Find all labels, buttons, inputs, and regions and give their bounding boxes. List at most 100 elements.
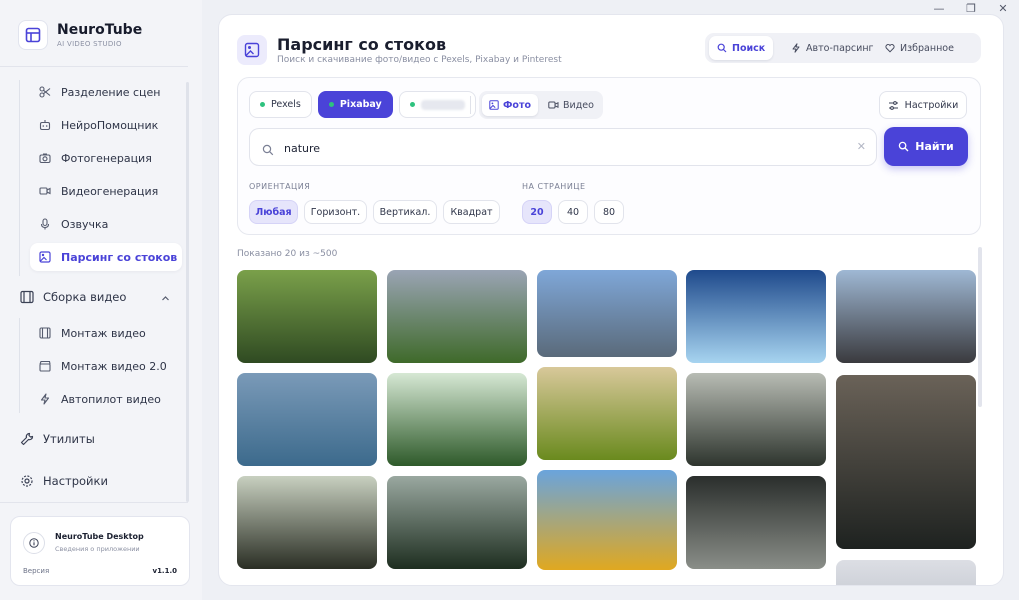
find-button[interactable]: Найти	[884, 127, 968, 166]
orientation-label: ОРИЕНТАЦИЯ	[249, 182, 311, 191]
clear-icon[interactable]: ✕	[857, 140, 866, 153]
sidebar-group-video-assembly[interactable]: Сборка видео	[14, 283, 182, 311]
search-settings-button[interactable]: Настройки	[879, 91, 967, 119]
sidebar-item-neuro-assistant[interactable]: НейроПомощник	[30, 111, 182, 139]
waterfall-photo[interactable]	[387, 476, 527, 569]
orientation-any-chip[interactable]: Любая	[249, 200, 298, 224]
media-type-selector: Фото Видео	[479, 91, 603, 119]
meadow-mountain-photo[interactable]	[387, 270, 527, 363]
sidebar-scrollbar[interactable]	[186, 82, 189, 502]
sidebar-item-video-autopilot[interactable]: Автопилот видео	[30, 385, 182, 413]
film-icon	[20, 290, 34, 304]
tab-favorites[interactable]: Избранное	[877, 36, 962, 60]
version-label: Версия	[23, 567, 50, 575]
divider	[0, 502, 188, 503]
main-panel: Парсинг со стоков Поиск и скачивание фот…	[218, 14, 1004, 586]
search-box: ✕	[249, 128, 877, 166]
sidebar-item-video-generation[interactable]: Видеогенерация	[30, 177, 182, 205]
sidebar-item-label: Монтаж видео	[61, 326, 146, 340]
app-title: NeuroTube	[57, 22, 143, 38]
sidebar-item-label: Настройки	[43, 474, 108, 488]
owl-photo[interactable]	[686, 476, 826, 569]
orientation-horizontal-chip[interactable]: Горизонт.	[304, 200, 367, 224]
source-label: Pixabay	[339, 99, 382, 110]
per-page-20-chip[interactable]: 20	[522, 200, 552, 224]
wrench-icon	[20, 432, 34, 446]
image-search-icon	[38, 250, 52, 264]
sidebar-item-label: Разделение сцен	[61, 85, 161, 99]
source-pexels-button[interactable]: Pexels	[249, 91, 312, 118]
golden-tree-photo[interactable]	[537, 470, 677, 570]
nav-rail	[19, 318, 20, 413]
source-selector: Pexels Pixabay	[249, 91, 482, 119]
dandelion-ladybug-photo[interactable]	[387, 373, 527, 466]
partial-photo[interactable]	[836, 560, 976, 585]
rice-terraces-photo[interactable]	[537, 367, 677, 460]
results-count: Показано 20 из ~500	[237, 249, 338, 259]
sidebar-item-label: Монтаж видео 2.0	[61, 359, 167, 373]
robot-icon	[38, 118, 52, 132]
sliders-icon	[888, 100, 899, 111]
camera-icon	[38, 151, 52, 165]
search-input[interactable]	[284, 138, 844, 158]
sidebar-item-label: Утилиты	[43, 432, 95, 446]
tab-auto-parsing[interactable]: Авто-парсинг	[783, 36, 882, 60]
rainbow-lake-photo[interactable]	[237, 373, 377, 466]
about-card[interactable]: NeuroTube Desktop Сведения о приложении …	[10, 516, 190, 586]
forest-road-photo[interactable]	[237, 476, 377, 569]
media-video-button[interactable]: Видео	[541, 94, 601, 116]
source-third-button[interactable]	[398, 91, 476, 118]
sidebar-item-video-editing-2[interactable]: Монтаж видео 2.0	[30, 352, 182, 380]
sidebar-item-settings[interactable]: Настройки	[14, 467, 182, 495]
gear-icon	[20, 474, 34, 488]
clapper-icon	[38, 359, 52, 373]
page-subtitle: Поиск и скачивание фото/видео с Pexels, …	[277, 55, 562, 65]
misty-forest-photo[interactable]	[686, 373, 826, 466]
microphone-icon	[38, 217, 52, 231]
close-button[interactable]: ✕	[996, 2, 1010, 15]
per-page-80-chip[interactable]: 80	[594, 200, 624, 224]
per-page-label: НА СТРАНИЦЕ	[522, 182, 586, 191]
source-pixabay-button[interactable]: Pixabay	[317, 91, 393, 118]
app-logo: NeuroTube AI VIDEO STUDIO	[18, 20, 142, 50]
sidebar-item-video-editing[interactable]: Монтаж видео	[30, 319, 182, 347]
sidebar-item-label: Фотогенерация	[61, 151, 152, 165]
sidebar-item-stock-parsing[interactable]: Парсинг со стоков	[30, 243, 182, 271]
lynx-photo[interactable]	[836, 375, 976, 549]
image-grid	[237, 270, 977, 585]
sidebar-item-scene-split[interactable]: Разделение сцен	[30, 78, 182, 106]
version-value: v1.1.0	[152, 567, 178, 575]
sidebar-item-voiceover[interactable]: Озвучка	[30, 210, 182, 238]
filter-card: Pexels Pixabay Фото Видео Настройки ✕	[237, 77, 981, 235]
sidebar-item-label: Видеогенерация	[61, 184, 159, 198]
logo-icon	[18, 20, 48, 50]
sidebar-item-label: НейроПомощник	[61, 118, 159, 132]
per-page-40-chip[interactable]: 40	[558, 200, 588, 224]
chevron-up-icon[interactable]	[161, 292, 170, 306]
about-title: NeuroTube Desktop	[55, 532, 144, 541]
find-label: Найти	[915, 140, 954, 153]
media-photo-button[interactable]: Фото	[482, 94, 538, 116]
nav-rail	[19, 80, 20, 276]
results-scrollbar[interactable]	[978, 247, 982, 407]
sidebar-item-label: Автопилот видео	[61, 392, 161, 406]
media-label: Фото	[503, 99, 531, 111]
iceberg-photo[interactable]	[686, 270, 826, 363]
app-subtitle: AI VIDEO STUDIO	[57, 40, 122, 48]
orientation-vertical-chip[interactable]: Вертикал.	[373, 200, 437, 224]
divider	[0, 66, 188, 67]
lightning-icon	[791, 43, 801, 53]
sidebar-item-utilities[interactable]: Утилиты	[14, 425, 182, 453]
tab-label: Авто-парсинг	[806, 42, 874, 54]
sidebar-item-photo-generation[interactable]: Фотогенерация	[30, 144, 182, 172]
tree-lake-photo[interactable]	[237, 270, 377, 363]
hiker-mountains-photo[interactable]	[836, 270, 976, 363]
alpine-lake-photo[interactable]	[537, 270, 677, 357]
status-dot	[328, 102, 334, 107]
tab-search[interactable]: Поиск	[709, 36, 774, 60]
blurred-label	[420, 99, 465, 110]
video-icon	[38, 184, 52, 198]
film-strip-icon	[38, 326, 52, 340]
orientation-square-chip[interactable]: Квадрат	[443, 200, 500, 224]
image-icon	[489, 100, 499, 110]
